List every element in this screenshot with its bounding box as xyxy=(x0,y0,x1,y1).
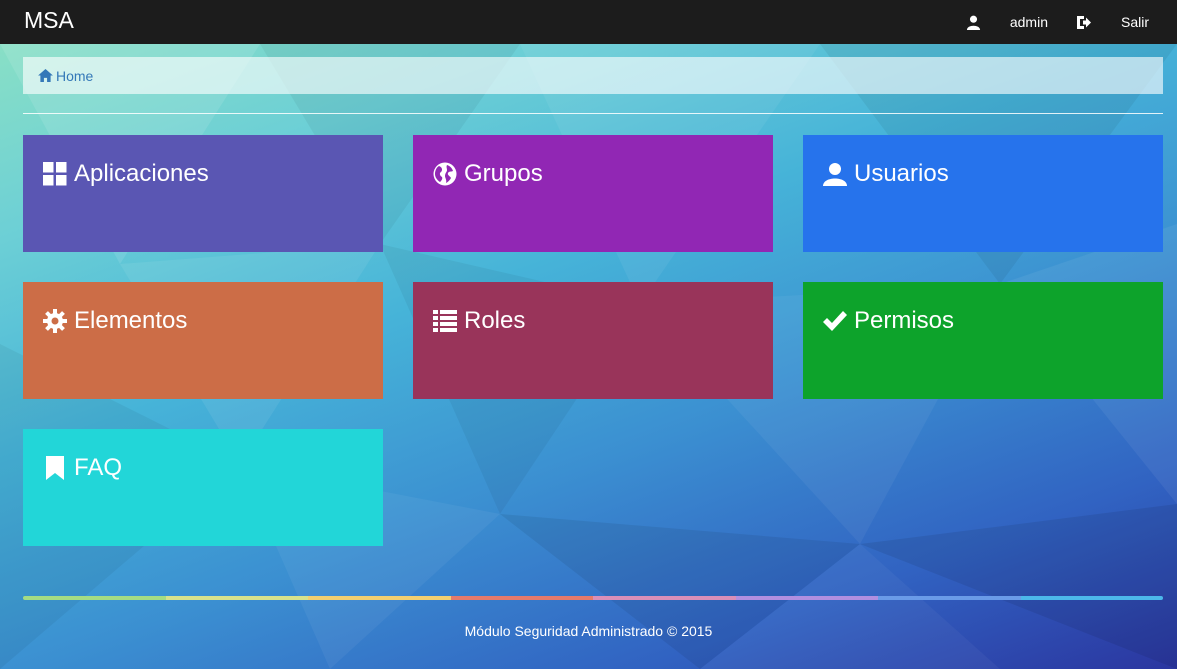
user-name: admin xyxy=(1009,14,1048,30)
logout-link[interactable]: Salir xyxy=(1076,14,1149,30)
footer-stripe xyxy=(23,596,1163,600)
stripe-segment xyxy=(878,596,1021,600)
tile-usuarios[interactable]: Usuarios xyxy=(803,135,1163,252)
bookmark-icon xyxy=(42,455,68,481)
stripe-segment xyxy=(1020,596,1163,600)
tile-label: Usuarios xyxy=(854,160,949,187)
logout-icon xyxy=(1076,15,1091,29)
th-large-icon xyxy=(42,161,68,187)
tile-label: FAQ xyxy=(74,454,123,481)
tile-grupos[interactable]: Grupos xyxy=(413,135,773,252)
stripe-segment xyxy=(23,596,166,600)
breadcrumb-home[interactable]: Home xyxy=(38,68,93,84)
cog-icon xyxy=(42,308,68,334)
nav-right: admin Salir xyxy=(966,0,1149,44)
user-menu[interactable]: admin xyxy=(966,14,1048,30)
breadcrumb: Home xyxy=(23,57,1163,94)
header-divider xyxy=(23,113,1163,114)
stripe-segment xyxy=(593,596,736,600)
tile-faq[interactable]: FAQ xyxy=(23,429,383,546)
stripe-segment xyxy=(450,596,593,600)
tile-label: Aplicaciones xyxy=(74,160,209,187)
tile-label: Elementos xyxy=(74,307,188,334)
user-icon xyxy=(822,161,848,187)
stripe-segment xyxy=(165,596,308,600)
top-navbar: MSA admin Salir xyxy=(0,0,1177,44)
tile-label: Grupos xyxy=(464,160,543,187)
footer-copyright: Módulo Seguridad Administrado © 2015 xyxy=(464,623,713,639)
globe-icon xyxy=(432,161,458,187)
tile-elementos[interactable]: Elementos xyxy=(23,282,383,399)
tile-roles[interactable]: Roles xyxy=(413,282,773,399)
home-icon xyxy=(38,69,53,82)
check-icon xyxy=(822,308,848,334)
stripe-segment xyxy=(735,596,878,600)
user-icon xyxy=(966,15,980,30)
tile-aplicaciones[interactable]: Aplicaciones xyxy=(23,135,383,252)
brand-logo[interactable]: MSA xyxy=(24,7,74,34)
stripe-segment xyxy=(308,596,451,600)
breadcrumb-home-label: Home xyxy=(56,67,94,84)
tile-label: Roles xyxy=(464,307,526,334)
tile-permisos[interactable]: Permisos xyxy=(803,282,1163,399)
list-icon xyxy=(432,308,458,334)
tile-label: Permisos xyxy=(854,307,955,334)
logout-label: Salir xyxy=(1120,14,1149,30)
